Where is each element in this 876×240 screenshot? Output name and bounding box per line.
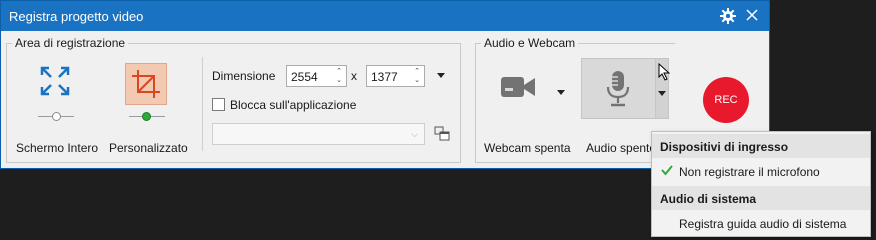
dimension-label: Dimensione — [212, 69, 276, 83]
chevron-down-icon — [658, 91, 666, 96]
webcam-button[interactable] — [496, 67, 540, 107]
dimension-presets-dropdown[interactable] — [437, 73, 445, 78]
application-select[interactable]: ⌵ — [212, 123, 425, 145]
lock-to-app-label: Blocca sull'applicazione — [230, 98, 357, 112]
fullscreen-expand-icon — [40, 66, 70, 96]
custom-slider-knob[interactable] — [142, 112, 151, 121]
fullscreen-slider-knob[interactable] — [52, 112, 61, 121]
custom-label: Personalizzato — [109, 141, 188, 155]
audio-label: Audio spento — [586, 141, 657, 155]
check-icon — [661, 165, 673, 176]
webcam-label: Webcam spenta — [484, 141, 571, 155]
menu-section-input-devices: Dispositivi di ingresso — [652, 134, 870, 158]
height-input[interactable]: 1377 ⌃ ⌄ — [366, 65, 425, 87]
width-stepper-arrows[interactable]: ⌃ ⌄ — [334, 67, 344, 85]
audio-webcam-label: Audio e Webcam — [481, 36, 579, 50]
window-title: Registra progetto video — [9, 9, 144, 24]
webcam-dropdown[interactable] — [557, 90, 565, 95]
record-button[interactable]: REC — [703, 77, 749, 123]
menu-item-no-microphone[interactable]: Non registrare il microfono — [652, 159, 870, 183]
menu-item-record-system-audio[interactable]: Registra guida audio di sistema — [652, 211, 870, 235]
gear-icon[interactable] — [720, 8, 736, 24]
divider — [202, 57, 203, 151]
select-window-icon[interactable] — [434, 126, 450, 141]
microphone-icon — [606, 71, 630, 107]
height-stepper-arrows[interactable]: ⌃ ⌄ — [412, 67, 422, 85]
fullscreen-button[interactable] — [37, 63, 73, 99]
title-bar: Registra progetto video — [1, 1, 769, 31]
menu-section-system-audio: Audio di sistema — [652, 186, 870, 210]
video-camera-icon — [501, 77, 535, 97]
fullscreen-label: Schermo Intero — [16, 141, 99, 155]
lock-to-app-checkbox[interactable] — [212, 98, 225, 111]
chevron-down-icon: ⌵ — [411, 129, 418, 139]
close-icon[interactable] — [745, 8, 759, 22]
crop-icon — [132, 70, 160, 98]
recording-area-label: Area di registrazione — [12, 36, 129, 50]
custom-area-button[interactable] — [125, 63, 167, 105]
mouse-cursor-icon — [658, 63, 670, 81]
microphone-button[interactable] — [581, 58, 656, 119]
width-input[interactable]: 2554 ⌃ ⌄ — [286, 65, 347, 87]
times-label: x — [351, 69, 357, 83]
audio-dropdown-menu: Dispositivi di ingresso Non registrare i… — [651, 131, 871, 237]
